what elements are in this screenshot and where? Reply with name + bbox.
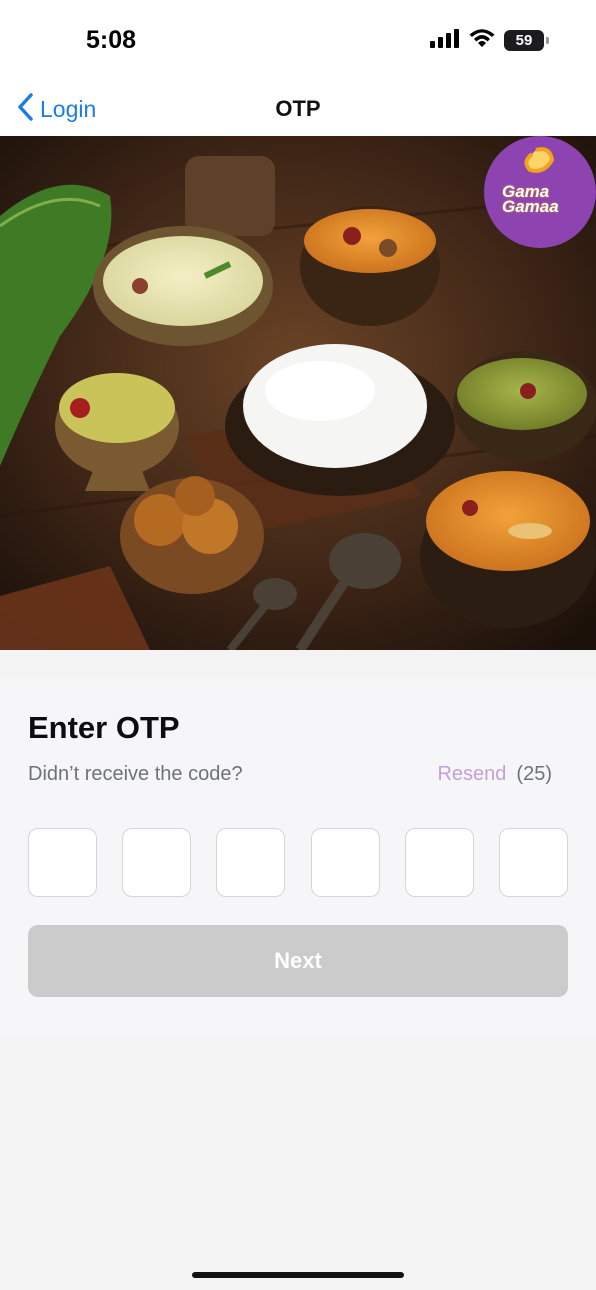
page-title: OTP	[275, 96, 321, 121]
status-time: 5:08	[86, 26, 137, 54]
brand-logo: Gama Gamaa	[484, 136, 596, 248]
otp-digit-3[interactable]	[216, 828, 286, 897]
status-bar: 5:08 59	[0, 0, 596, 80]
otp-digit-2[interactable]	[122, 828, 192, 897]
next-button[interactable]: Next	[28, 925, 568, 997]
otp-screen: 5:08 59 Login OTP Gama Gamaa Enter OTP D…	[0, 0, 596, 1290]
otp-digit-6[interactable]	[498, 828, 568, 897]
otp-input-row	[28, 828, 568, 897]
resend-prompt: Didn’t receive the code?	[28, 763, 243, 785]
brand-logo-text: Gama Gamaa	[502, 182, 559, 216]
otp-digit-1[interactable]	[28, 828, 97, 897]
otp-digit-5[interactable]	[404, 828, 474, 897]
otp-card: Enter OTP Didn’t receive the code? Resen…	[0, 678, 596, 1038]
home-indicator[interactable]	[192, 1272, 404, 1278]
otp-digit-4[interactable]	[310, 828, 380, 897]
resend-countdown: (25)	[516, 763, 552, 785]
navigation-bar: Login OTP	[0, 80, 596, 136]
resend-group: Resend (25)	[437, 763, 552, 786]
otp-title: Enter OTP	[28, 710, 180, 745]
wifi-icon	[468, 28, 496, 53]
hero-food-image: Gama Gamaa	[0, 136, 596, 650]
resend-link[interactable]: Resend	[437, 763, 506, 786]
signal-icon	[430, 28, 460, 53]
status-icons: 59	[430, 28, 549, 53]
battery-icon: 59	[504, 30, 549, 51]
